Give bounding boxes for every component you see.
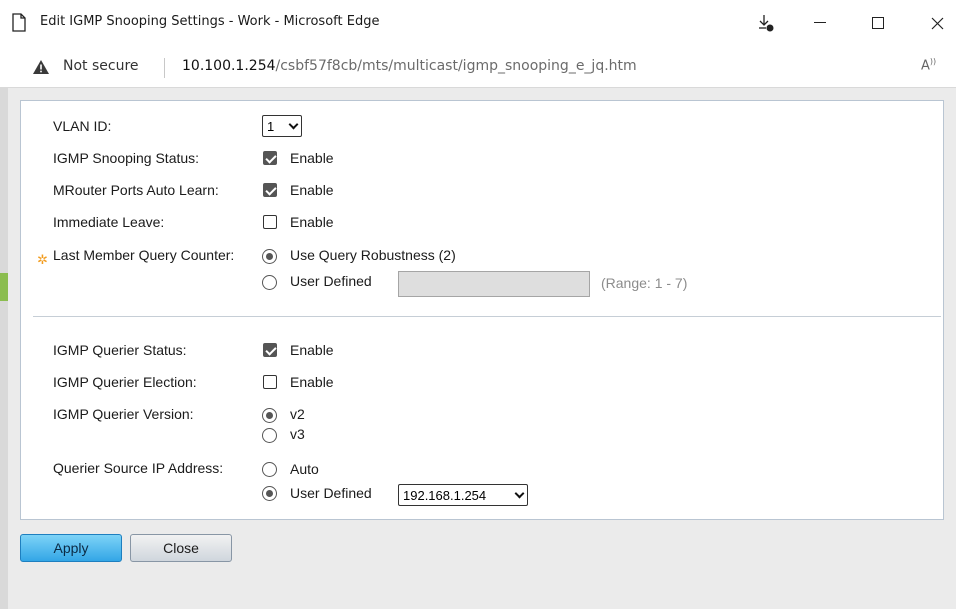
lmqc-user-defined-radio[interactable] [262, 275, 277, 290]
maximize-button[interactable] [855, 0, 901, 46]
igmp-querier-election-label: IGMP Querier Election: [53, 374, 197, 390]
igmp-querier-version-label: IGMP Querier Version: [53, 406, 194, 422]
source-ip-user-defined-option: User Defined [290, 485, 372, 501]
window-titlebar: Edit IGMP Snooping Settings - Work - Mic… [0, 0, 956, 46]
url-host: 10.100.1.254 [182, 58, 276, 74]
url-path: /csbf57f8cb/mts/multicast/igmp_snooping_… [275, 58, 637, 74]
version-v3-radio[interactable] [262, 428, 277, 443]
source-ip-value: 192.168.1.254 [403, 487, 487, 503]
required-asterisk-icon: ✲ [37, 252, 48, 267]
immediate-leave-option: Enable [290, 214, 334, 230]
querier-source-ip-label: Querier Source IP Address: [53, 460, 224, 476]
window-title: Edit IGMP Snooping Settings - Work - Mic… [40, 14, 380, 29]
close-button[interactable]: Close [130, 534, 232, 562]
use-query-robustness-radio[interactable] [262, 249, 277, 264]
version-v2-radio[interactable] [262, 408, 277, 423]
background-accent [0, 273, 8, 301]
version-v3-option: v3 [290, 426, 305, 442]
page-icon [12, 13, 26, 32]
settings-panel: VLAN ID: 1 IGMP Snooping Status: Enable … [20, 100, 944, 520]
version-v2-option: v2 [290, 406, 305, 422]
immediate-leave-label: Immediate Leave: [53, 214, 165, 230]
last-member-query-counter-label: Last Member Query Counter: [53, 247, 235, 263]
apply-button[interactable]: Apply [20, 534, 122, 562]
download-icon[interactable] [743, 0, 789, 46]
background-page-edge [0, 88, 8, 609]
use-query-robustness-option: Use Query Robustness (2) [290, 247, 456, 263]
lmqc-user-defined-input[interactable] [398, 271, 590, 297]
lmqc-range-hint: (Range: 1 - 7) [601, 275, 688, 291]
mrouter-auto-learn-option: Enable [290, 182, 334, 198]
mrouter-auto-learn-checkbox[interactable] [263, 183, 277, 197]
section-divider [33, 316, 941, 317]
not-secure-label[interactable]: Not secure [63, 58, 139, 74]
source-ip-auto-option: Auto [290, 461, 319, 477]
source-ip-auto-radio[interactable] [262, 462, 277, 477]
read-aloud-icon[interactable]: A)) [921, 57, 936, 73]
igmp-querier-status-checkbox[interactable] [263, 343, 277, 357]
close-window-button[interactable] [914, 0, 956, 46]
warning-icon[interactable] [32, 59, 50, 78]
source-ip-user-defined-radio[interactable] [262, 486, 277, 501]
chevron-down-icon [514, 488, 525, 498]
address-bar[interactable]: Not secure 10.100.1.254/csbf57f8cb/mts/m… [0, 46, 956, 88]
url-text[interactable]: 10.100.1.254/csbf57f8cb/mts/multicast/ig… [182, 58, 637, 74]
address-separator [164, 58, 165, 78]
source-ip-select[interactable]: 192.168.1.254 [398, 484, 528, 506]
dialog-content: VLAN ID: 1 IGMP Snooping Status: Enable … [0, 88, 956, 609]
vlan-id-value: 1 [267, 118, 275, 134]
lmqc-user-defined-option: User Defined [290, 273, 372, 289]
igmp-snooping-status-checkbox[interactable] [263, 151, 277, 165]
read-aloud-glyph: A [921, 58, 930, 74]
igmp-querier-election-option: Enable [290, 374, 334, 390]
igmp-snooping-status-label: IGMP Snooping Status: [53, 150, 200, 166]
chevron-down-icon [288, 119, 299, 129]
vlan-id-select[interactable]: 1 [262, 115, 302, 137]
vlan-id-label: VLAN ID: [53, 118, 112, 134]
mrouter-auto-learn-label: MRouter Ports Auto Learn: [53, 182, 219, 198]
igmp-querier-status-label: IGMP Querier Status: [53, 342, 187, 358]
igmp-querier-election-checkbox[interactable] [263, 375, 277, 389]
immediate-leave-checkbox[interactable] [263, 215, 277, 229]
igmp-snooping-status-option: Enable [290, 150, 334, 166]
minimize-button[interactable] [797, 0, 843, 46]
igmp-querier-status-option: Enable [290, 342, 334, 358]
